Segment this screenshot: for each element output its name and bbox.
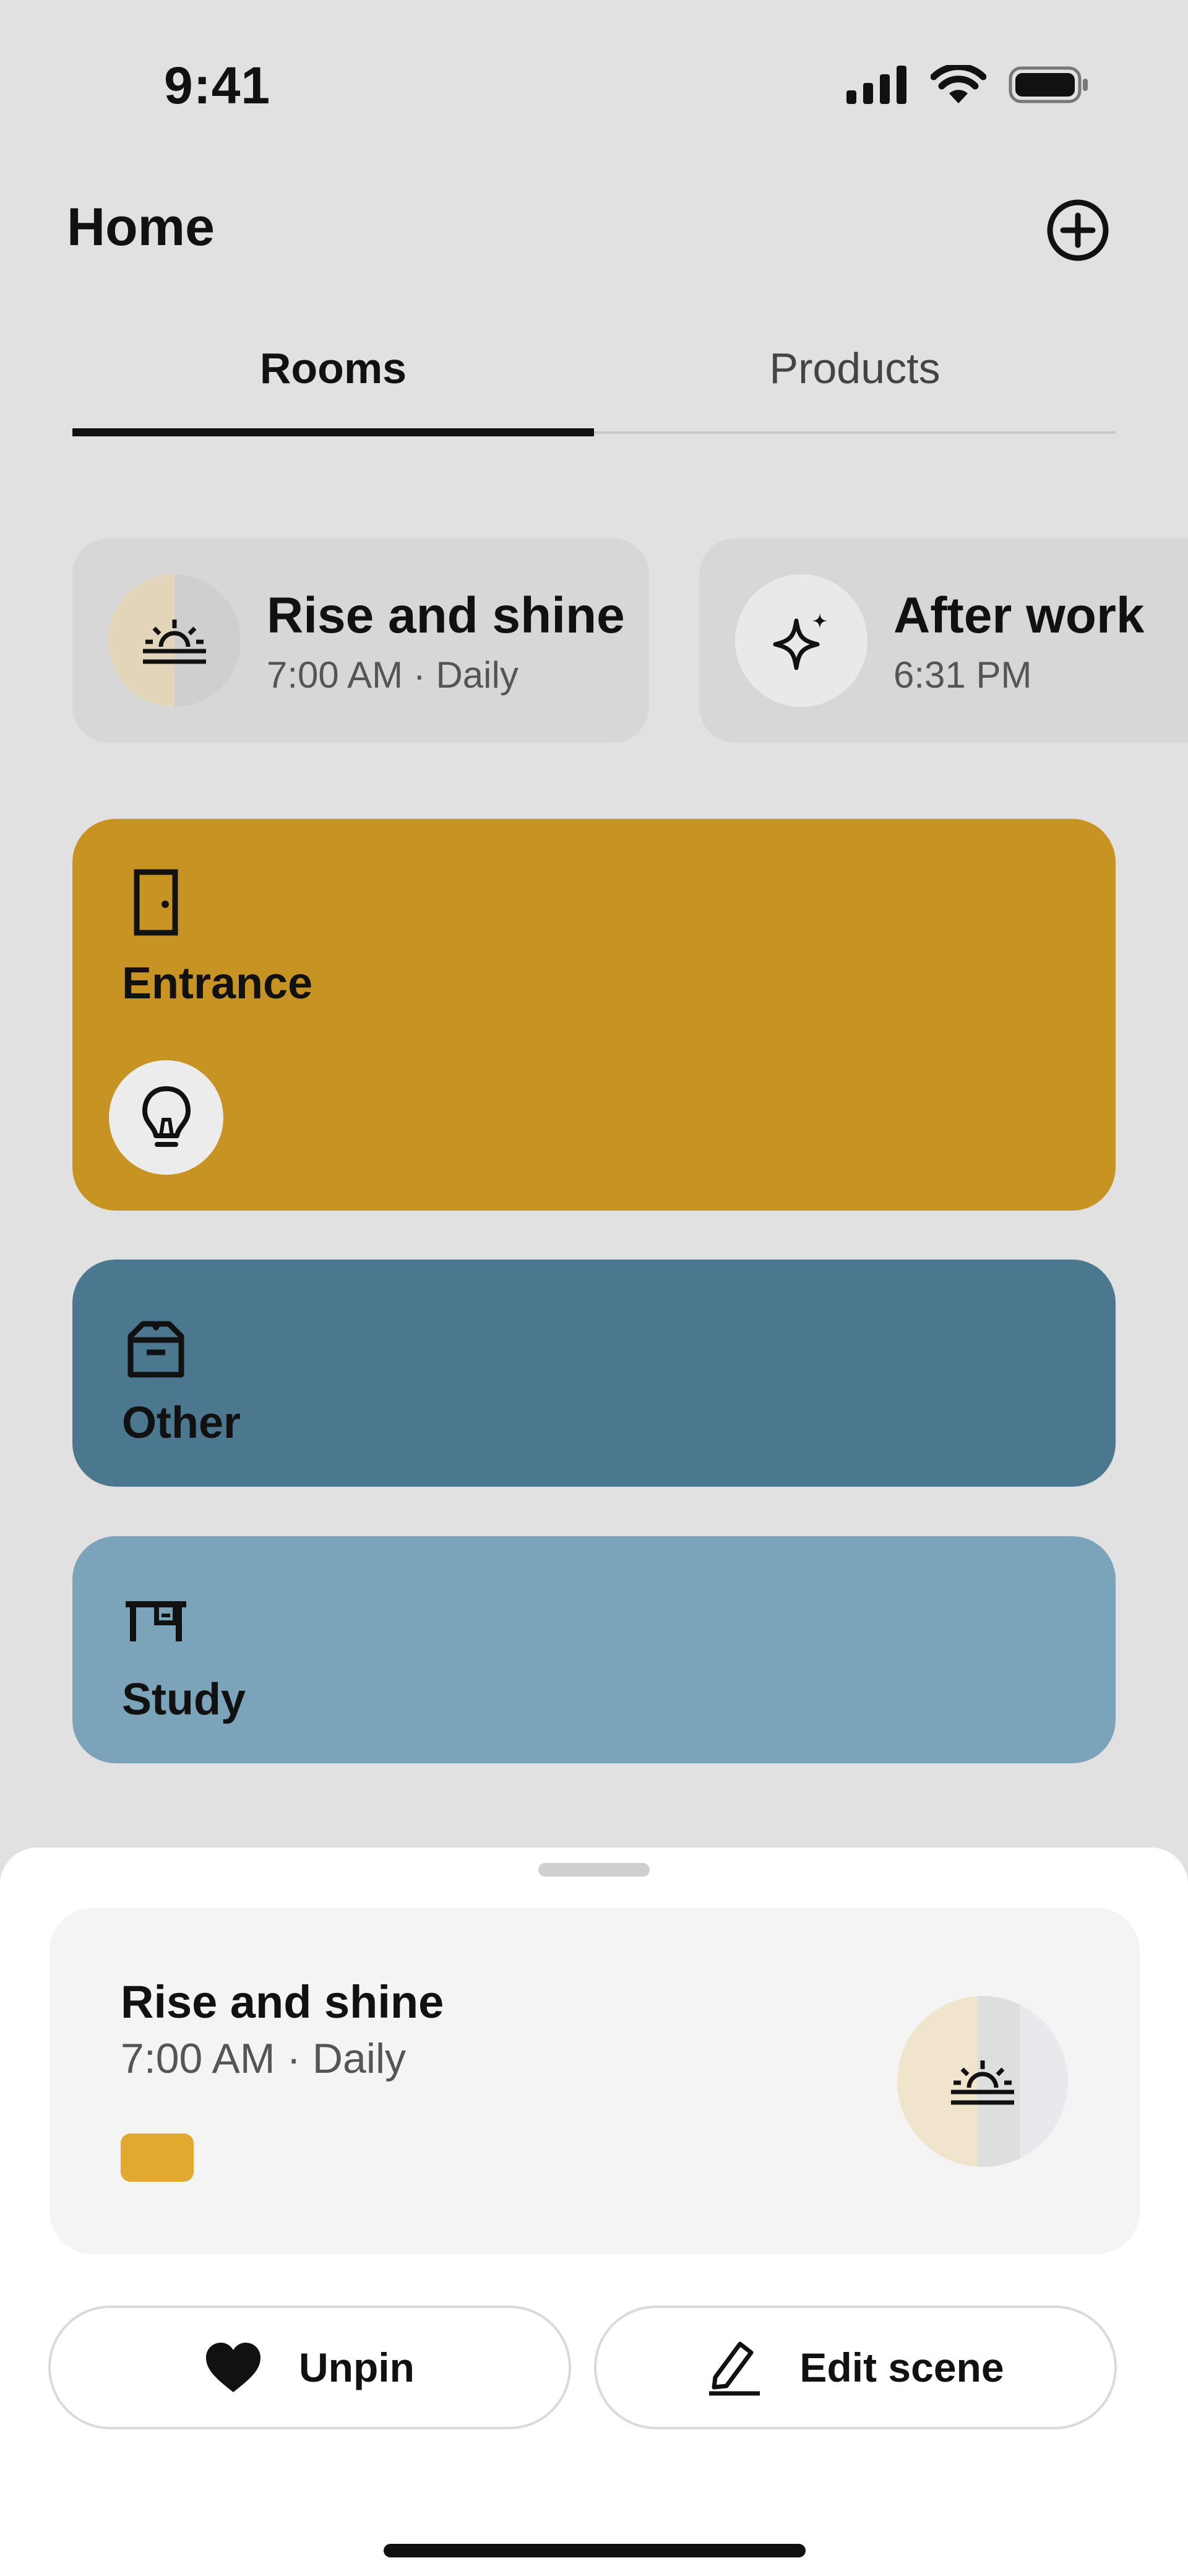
pencil-icon xyxy=(709,2341,760,2396)
scene-icon-circle xyxy=(108,574,241,707)
signal-icon xyxy=(846,66,906,104)
tab-bar: Rooms Products xyxy=(72,334,1116,439)
room-name: Entrance xyxy=(122,959,313,1008)
scene-icon-circle xyxy=(735,574,867,707)
plus-circle-icon xyxy=(1047,199,1109,261)
wifi-icon xyxy=(931,65,986,103)
scene-name: After work xyxy=(893,587,1145,644)
scene-detail-card[interactable]: Rise and shine 7:00 AM · Daily xyxy=(50,1908,1140,2254)
tab-active-indicator xyxy=(72,428,594,436)
battery-icon xyxy=(1009,66,1088,103)
sunrise-icon xyxy=(951,2060,1014,2105)
scene-name: Rise and shine xyxy=(267,587,625,644)
desk-icon xyxy=(126,1601,186,1641)
scene-card-after-work[interactable]: After work 6:31 PM xyxy=(699,538,1188,743)
sparkle-icon xyxy=(773,613,827,670)
scene-card-rise-and-shine[interactable]: Rise and shine 7:00 AM · Daily xyxy=(72,538,649,743)
detail-scene-schedule: 7:00 AM · Daily xyxy=(121,2035,407,2082)
scene-bottom-sheet: Rise and shine 7:00 AM · Daily Unpin Edi… xyxy=(0,1848,1188,2576)
tab-products[interactable]: Products xyxy=(594,334,1116,402)
room-color-swatch xyxy=(121,2133,194,2182)
room-name: Other xyxy=(122,1398,241,1448)
sunrise-icon xyxy=(143,620,206,664)
box-icon xyxy=(127,1321,184,1378)
scene-schedule: 7:00 AM · Daily xyxy=(267,654,519,696)
room-card-entrance[interactable]: Entrance xyxy=(72,819,1116,1211)
tab-rooms[interactable]: Rooms xyxy=(72,334,594,402)
edit-scene-label: Edit scene xyxy=(799,2345,1004,2390)
room-card-study[interactable]: Study xyxy=(72,1536,1116,1763)
page-title: Home xyxy=(67,197,215,257)
light-toggle-button[interactable] xyxy=(109,1060,223,1175)
door-icon xyxy=(134,869,178,936)
unpin-button[interactable]: Unpin xyxy=(48,2306,571,2429)
heart-icon xyxy=(206,2343,261,2392)
lightbulb-icon xyxy=(142,1086,191,1147)
unpin-label: Unpin xyxy=(299,2345,415,2390)
status-time: 9:41 xyxy=(164,56,271,115)
add-button[interactable] xyxy=(1046,198,1110,262)
edit-scene-button[interactable]: Edit scene xyxy=(594,2306,1117,2429)
status-icons xyxy=(846,65,1089,105)
scene-schedule: 6:31 PM xyxy=(893,654,1032,696)
room-name: Study xyxy=(122,1675,246,1724)
sheet-drag-handle[interactable] xyxy=(538,1863,650,1877)
room-card-other[interactable]: Other xyxy=(72,1260,1116,1487)
detail-scene-name: Rise and shine xyxy=(121,1976,444,2028)
home-indicator xyxy=(384,2544,806,2557)
scene-icon-circle xyxy=(897,1996,1068,2167)
tab-divider xyxy=(594,431,1116,434)
